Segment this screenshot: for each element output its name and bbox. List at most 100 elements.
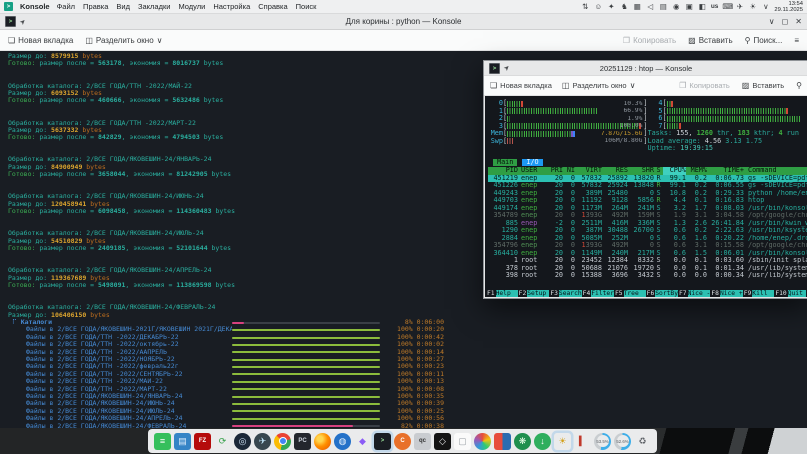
chrome-icon[interactable] — [274, 433, 291, 450]
column-header-shr[interactable]: SHR — [628, 167, 654, 175]
column-header-cpu%[interactable]: CPU% — [663, 167, 686, 175]
hamburger-menu-button[interactable]: ≡ — [794, 36, 799, 45]
messenger-icon[interactable]: ✈ — [254, 433, 271, 450]
media-icon[interactable]: ◁ — [646, 2, 655, 11]
fn-f1-button[interactable]: F1Help — [486, 290, 518, 298]
column-header-user[interactable]: USER — [518, 167, 547, 175]
column-header-ni[interactable]: NI — [563, 167, 575, 175]
process-row[interactable]: 2884enep2005085M252M0S0.61.60:20.22/home… — [488, 235, 807, 243]
process-row[interactable]: 354796enep2001393G492M0S0.63.10:15.58/op… — [488, 242, 807, 250]
user-switch-icon[interactable]: ☺ — [594, 2, 603, 11]
brightness-icon[interactable]: ☀ — [748, 2, 757, 11]
vpn-icon[interactable]: ♞ — [620, 2, 629, 11]
paint-app-icon[interactable] — [474, 433, 491, 450]
sync-app-icon[interactable]: ⟳ — [214, 433, 231, 450]
clock[interactable]: 13:54 29.11.2025 — [774, 1, 803, 13]
process-row[interactable]: 364410enep2001149M240M217MS0.61.50:06.01… — [488, 250, 807, 258]
c-app-icon[interactable]: C — [394, 433, 411, 450]
process-row[interactable]: 449243enep200389M254800S10.80.20:29.33py… — [488, 190, 807, 198]
qcad-icon[interactable]: qc — [414, 433, 431, 450]
process-row[interactable]: 451219enep200578322589213820R99.10.20:06… — [488, 175, 807, 183]
menu-item-7[interactable]: Поиск — [296, 2, 317, 11]
clipboard-icon[interactable]: ▤ — [659, 2, 668, 11]
htop-search-button[interactable]: ⚲ — [796, 81, 802, 90]
column-header-pid[interactable]: PID — [488, 167, 518, 175]
column-header-time+[interactable]: TIME+ — [707, 167, 744, 175]
htop-paste-button[interactable]: ▨ Вставить — [742, 81, 784, 90]
menu-item-6[interactable]: Справка — [258, 2, 287, 11]
fn-f2-button[interactable]: F2Setup — [518, 290, 550, 298]
main-window-titlebar[interactable]: > ➤ Для корины : python — Konsole ∨◻✕ — [0, 14, 807, 30]
process-row[interactable]: 451226enep200578322592413848R99.10.20:06… — [488, 182, 807, 190]
process-row[interactable]: 449703enep2001119291285856R4.40.10:16.83… — [488, 197, 807, 205]
process-row[interactable]: 354789enep2001393G492M159MS1.93.13:04.58… — [488, 212, 807, 220]
obsidian-icon[interactable]: ◆ — [354, 433, 371, 450]
touchpad-icon[interactable]: ✈ — [735, 2, 744, 11]
column-header-res[interactable]: RES — [602, 167, 628, 175]
menu-item-5[interactable]: Настройка — [213, 2, 250, 11]
fn-f5-button[interactable]: F5Tree — [614, 290, 646, 298]
download-manager-icon[interactable]: ↓ — [534, 433, 551, 450]
steam-icon[interactable]: ◎ — [234, 433, 251, 450]
widgets-icon[interactable]: ▦ — [633, 2, 642, 11]
column-header-mem%[interactable]: MEM% — [686, 167, 707, 175]
konsole-icon[interactable]: > — [374, 433, 391, 450]
pdf-tool-icon[interactable] — [494, 433, 511, 450]
column-header-command[interactable]: Command — [744, 167, 807, 175]
copy-button[interactable]: ❐ Копировать — [623, 36, 676, 45]
volume-icon[interactable]: ◧ — [698, 2, 707, 11]
htop-new-tab-button[interactable]: ❏ Новая вкладка — [490, 81, 552, 90]
keyboard-layout[interactable]: us — [711, 3, 719, 10]
process-row[interactable]: 378root200506882107619720S0.00.10:01.34/… — [488, 265, 807, 273]
maximize-button[interactable]: ◻ — [782, 17, 789, 26]
fn-f8-button[interactable]: F8Nice + — [710, 290, 742, 298]
cpu-gauge[interactable]: 53.5% — [594, 433, 611, 450]
htop-window[interactable]: > ➤ 20251129 : htop — Konsole ❏ Новая вк… — [483, 60, 807, 299]
process-row[interactable]: 1root20023452123848332S0.00.10:03.60/sbi… — [488, 257, 807, 265]
tray-expand-icon[interactable]: ∨ — [761, 2, 770, 11]
fn-f9-button[interactable]: F9Kill — [743, 290, 775, 298]
code-editor-icon[interactable]: PC — [294, 433, 311, 450]
security-icon[interactable]: ✦ — [607, 2, 616, 11]
search-button[interactable]: ⚲ Поиск... — [745, 36, 783, 45]
fn-f6-button[interactable]: F6SortBy — [646, 290, 678, 298]
menu-item-4[interactable]: Модули — [178, 2, 205, 11]
tab-io[interactable]: I/O — [522, 159, 542, 167]
column-header-pri[interactable]: PRI — [547, 167, 563, 175]
menu-item-1[interactable]: Правка — [83, 2, 108, 11]
process-row[interactable]: 885enep-202511M416M336MS1.32.626:41.84/u… — [488, 220, 807, 228]
temperature-monitor-icon[interactable]: ▍ — [574, 433, 591, 450]
close-button[interactable]: ✕ — [795, 17, 802, 26]
column-header-s[interactable]: S — [654, 167, 663, 175]
fn-f4-button[interactable]: F4Filter — [582, 290, 614, 298]
column-header-virt[interactable]: VIRT — [575, 167, 602, 175]
paste-button[interactable]: ▨ Вставить — [688, 36, 732, 45]
tab-main[interactable]: Main — [493, 159, 517, 167]
ram-gauge[interactable]: 52.6% — [614, 433, 631, 450]
process-row[interactable]: 449174enep2001173M264M241MS3.21.70:08.03… — [488, 205, 807, 213]
night-color-icon[interactable]: ☀ — [554, 433, 571, 450]
filezilla-icon[interactable]: FZ — [194, 433, 211, 450]
screenshot-icon[interactable]: ▣ — [685, 2, 694, 11]
fn-f7-button[interactable]: F7Nice - — [678, 290, 710, 298]
kdeconnect-icon[interactable]: ⇅ — [581, 2, 590, 11]
new-document-icon[interactable]: ▢ — [454, 433, 471, 450]
fn-f3-button[interactable]: F3Search — [549, 290, 581, 298]
kde-globe-icon[interactable]: ◍ — [334, 433, 351, 450]
process-row[interactable]: 398root2001538836963432S0.00.00:00.34/us… — [488, 272, 807, 280]
display-icon[interactable]: ⌨ — [722, 2, 731, 11]
record-icon[interactable]: ◉ — [672, 2, 681, 11]
split-window-button[interactable]: ◫ Разделить окно ∨ — [85, 36, 162, 45]
menu-item-0[interactable]: Файл — [57, 2, 75, 11]
pin-icon[interactable]: ➤ — [18, 17, 28, 27]
fn-f10-button[interactable]: F10Quit — [774, 290, 806, 298]
htop-titlebar[interactable]: > ➤ 20251129 : htop — Konsole — [484, 61, 807, 75]
htop-split-button[interactable]: ◫ Разделить окно ∨ — [562, 81, 636, 90]
inkscape-icon[interactable]: ◇ — [434, 433, 451, 450]
new-tab-button[interactable]: ❏ Новая вкладка — [8, 36, 73, 45]
manjaro-launcher-icon[interactable]: ≡ — [154, 433, 171, 450]
file-manager-icon[interactable]: ▤ — [174, 433, 191, 450]
htop-copy-button[interactable]: ❐ Копировать — [679, 81, 730, 90]
handbrake-icon[interactable]: ❋ — [514, 433, 531, 450]
menu-item-3[interactable]: Закладки — [138, 2, 170, 11]
